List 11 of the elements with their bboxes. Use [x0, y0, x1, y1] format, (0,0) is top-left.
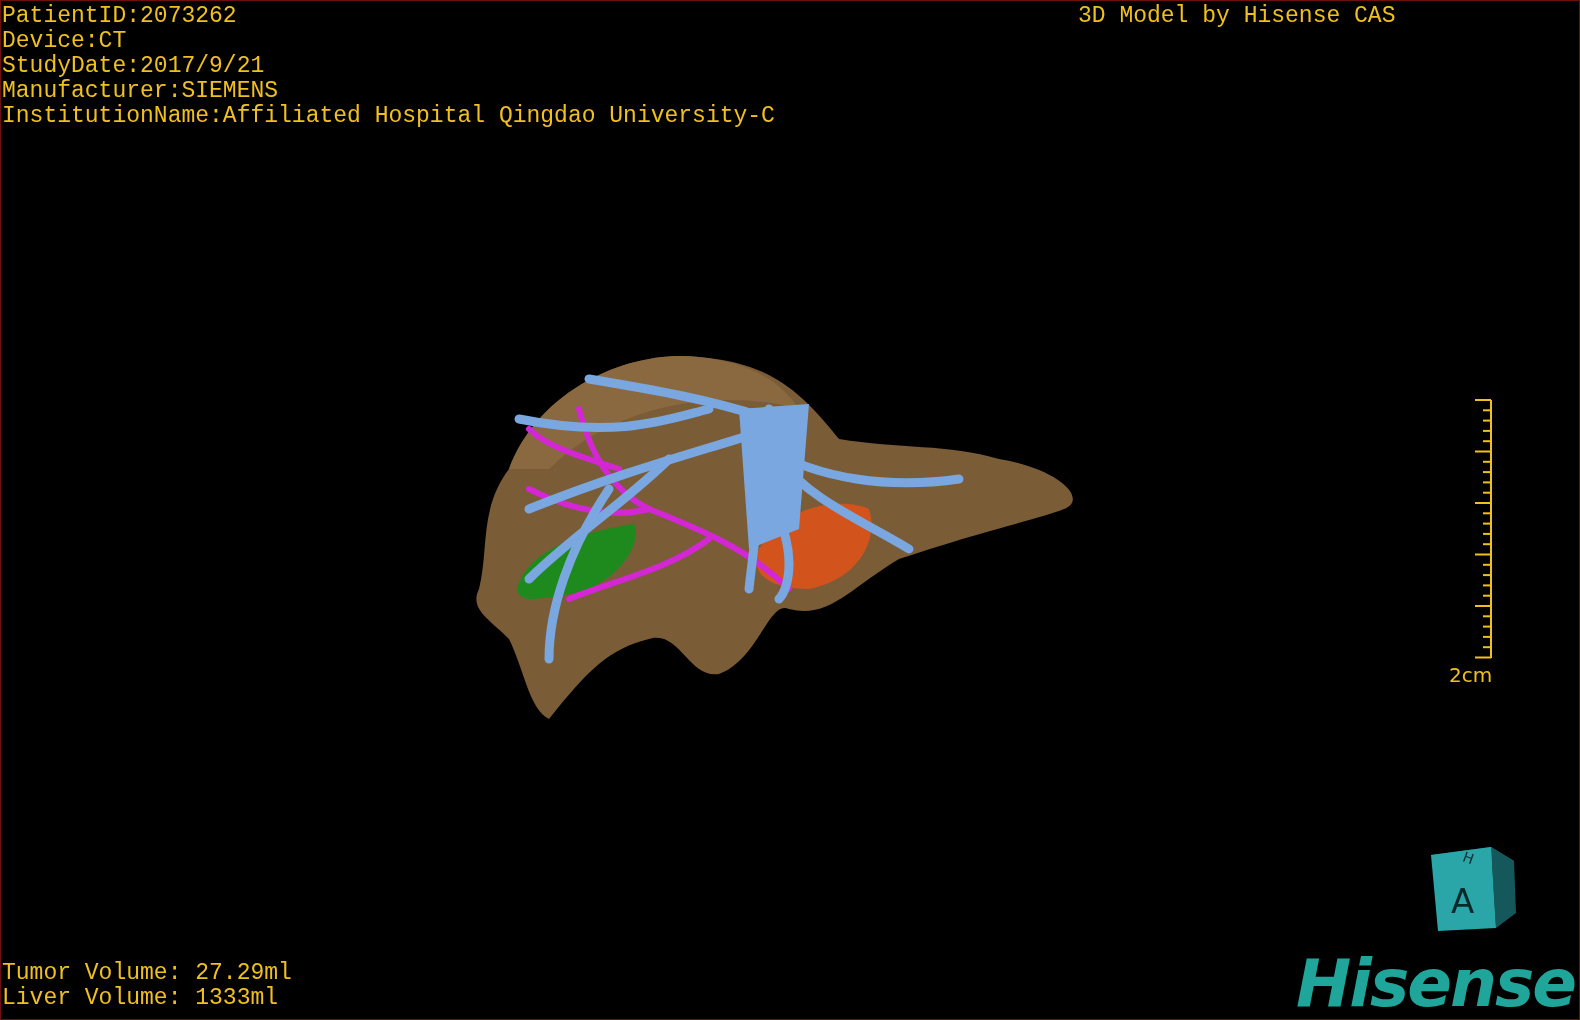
study-info-line: StudyDate:2017/9/21: [2, 54, 266, 79]
scale-bar-label: 2cm: [1449, 665, 1493, 685]
viewer-title: 3D Model by Hisense CAS: [1078, 4, 1396, 29]
3d-viewport[interactable]: [0, 0, 1580, 1020]
study-info-line: Device:CT: [2, 29, 128, 54]
brand-logo: Hisense: [1296, 949, 1575, 1019]
study-info-line: PatientID:2073262: [2, 4, 238, 29]
study-info-line: Manufacturer:SIEMENS: [2, 79, 280, 104]
study-info-line: InstitutionName:Affiliated Hospital Qingdao University-C: [2, 104, 775, 129]
volume-reading: Tumor Volume: 27.29ml: [2, 961, 292, 986]
volume-reading: Liver Volume: 1333ml: [2, 986, 280, 1011]
